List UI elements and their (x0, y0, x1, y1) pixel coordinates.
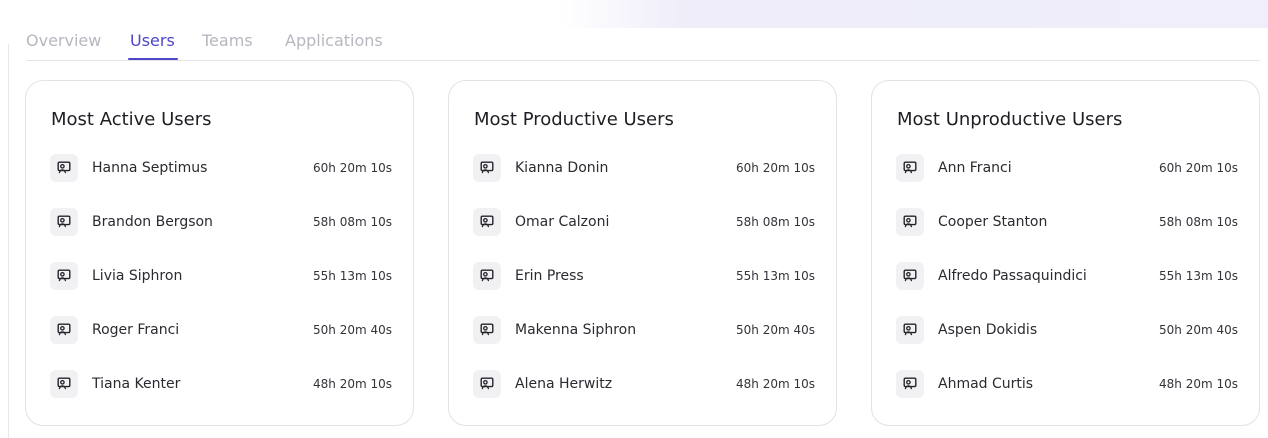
user-monitor-icon (473, 154, 501, 182)
user-name: Makenna Siphron (515, 322, 637, 338)
user-name: Omar Calzoni (515, 214, 610, 230)
user-row[interactable]: Kianna Donin 60h 20m 10s (473, 154, 815, 182)
user-row[interactable]: Hanna Septimus 60h 20m 10s (50, 154, 392, 182)
tab-teams[interactable]: Teams (202, 31, 253, 51)
left-divider (8, 44, 9, 438)
user-row[interactable]: Alena Herwitz 48h 20m 10s (473, 370, 815, 398)
user-row[interactable]: Tiana Kenter 48h 20m 10s (50, 370, 392, 398)
user-time: 48h 20m 10s (1159, 377, 1238, 391)
user-name: Alena Herwitz (515, 376, 613, 392)
user-row[interactable]: Erin Press 55h 13m 10s (473, 262, 815, 290)
tab-overview[interactable]: Overview (26, 31, 101, 51)
user-time: 50h 20m 40s (313, 323, 392, 337)
user-row[interactable]: Ann Franci 60h 20m 10s (896, 154, 1238, 182)
card-most-unproductive-users: Most Unproductive Users Ann Franci 60h 2… (871, 80, 1260, 426)
user-row[interactable]: Ahmad Curtis 48h 20m 10s (896, 370, 1238, 398)
user-time: 60h 20m 10s (313, 161, 392, 175)
user-time: 60h 20m 10s (1159, 161, 1238, 175)
user-monitor-icon (50, 154, 78, 182)
tab-bar: Overview Users Teams Applications (26, 0, 1260, 62)
user-row[interactable]: Alfredo Passaquindici 55h 13m 10s (896, 262, 1238, 290)
user-name: Aspen Dokidis (938, 322, 1038, 338)
user-row[interactable]: Brandon Bergson 58h 08m 10s (50, 208, 392, 236)
user-time: 50h 20m 40s (1159, 323, 1238, 337)
user-name: Cooper Stanton (938, 214, 1048, 230)
user-name: Livia Siphron (92, 268, 183, 284)
user-monitor-icon (896, 370, 924, 398)
user-monitor-icon (473, 370, 501, 398)
user-row[interactable]: Makenna Siphron 50h 20m 40s (473, 316, 815, 344)
card-most-active-users: Most Active Users Hanna Septimus 60h 20m… (25, 80, 414, 426)
user-time: 48h 20m 10s (736, 377, 815, 391)
user-time: 55h 13m 10s (1159, 269, 1238, 283)
user-row[interactable]: Cooper Stanton 58h 08m 10s (896, 208, 1238, 236)
user-monitor-icon (896, 316, 924, 344)
user-time: 55h 13m 10s (313, 269, 392, 283)
user-monitor-icon (896, 208, 924, 236)
user-name: Roger Franci (92, 322, 180, 338)
user-monitor-icon (896, 154, 924, 182)
user-name: Hanna Septimus (92, 160, 208, 176)
user-name: Brandon Bergson (92, 214, 213, 230)
user-time: 58h 08m 10s (1159, 215, 1238, 229)
card-title: Most Productive Users (474, 109, 674, 130)
user-monitor-icon (50, 208, 78, 236)
card-most-productive-users: Most Productive Users Kianna Donin 60h 2… (448, 80, 837, 426)
card-title: Most Active Users (51, 109, 212, 130)
user-row[interactable]: Aspen Dokidis 50h 20m 40s (896, 316, 1238, 344)
user-monitor-icon (473, 262, 501, 290)
tab-users[interactable]: Users (128, 31, 178, 60)
user-row[interactable]: Roger Franci 50h 20m 40s (50, 316, 392, 344)
user-monitor-icon (50, 370, 78, 398)
user-monitor-icon (473, 316, 501, 344)
user-monitor-icon (50, 316, 78, 344)
user-name: Erin Press (515, 268, 584, 284)
user-name: Tiana Kenter (92, 376, 181, 392)
user-name: Ann Franci (938, 160, 1012, 176)
card-title: Most Unproductive Users (897, 109, 1123, 130)
user-monitor-icon (896, 262, 924, 290)
user-time: 50h 20m 40s (736, 323, 815, 337)
user-time: 55h 13m 10s (736, 269, 815, 283)
user-name: Alfredo Passaquindici (938, 268, 1087, 284)
user-row[interactable]: Omar Calzoni 58h 08m 10s (473, 208, 815, 236)
user-monitor-icon (473, 208, 501, 236)
user-time: 58h 08m 10s (736, 215, 815, 229)
user-monitor-icon (50, 262, 78, 290)
user-time: 48h 20m 10s (313, 377, 392, 391)
user-time: 60h 20m 10s (736, 161, 815, 175)
user-row[interactable]: Livia Siphron 55h 13m 10s (50, 262, 392, 290)
user-name: Kianna Donin (515, 160, 609, 176)
user-name: Ahmad Curtis (938, 376, 1034, 392)
user-time: 58h 08m 10s (313, 215, 392, 229)
tab-applications[interactable]: Applications (285, 31, 383, 51)
